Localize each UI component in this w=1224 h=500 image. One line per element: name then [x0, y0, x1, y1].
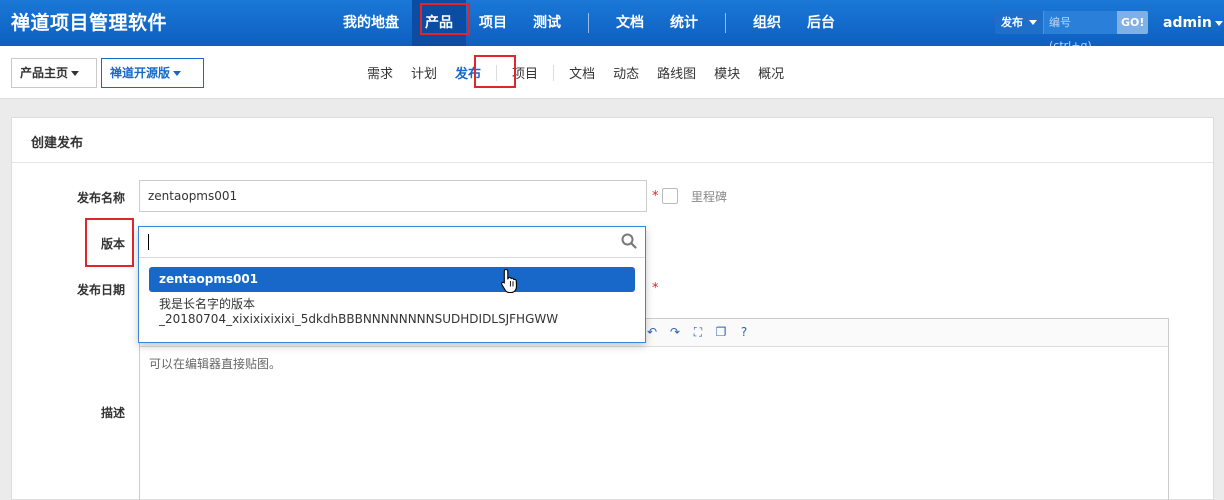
- subnav-view[interactable]: 概况: [749, 63, 793, 82]
- breadcrumb-home-label: 产品主页: [20, 66, 69, 80]
- product-sub-nav: 需求 计划 发布 项目 文档 动态 路线图 模块 概况: [358, 46, 793, 99]
- user-name: admin: [1163, 15, 1212, 31]
- search-input[interactable]: 编号(ctrl+g): [1043, 11, 1117, 52]
- nav-item-report[interactable]: 统计: [657, 0, 711, 46]
- search-icon: [621, 233, 637, 253]
- sub-header: 产品主页 禅道开源版 需求 计划 发布 项目 文档 动态 路线图 模块 概况: [0, 46, 1224, 99]
- breadcrumb-product[interactable]: 禅道开源版: [101, 58, 204, 88]
- description-label: 描述: [100, 406, 125, 420]
- subnav-plan[interactable]: 计划: [402, 63, 446, 82]
- nav-item-company[interactable]: 组织: [740, 0, 794, 46]
- nav-item-doc[interactable]: 文档: [603, 0, 657, 46]
- editor-toolbar-icons: ↶ ↷ ⛶ ❐ ?: [645, 324, 751, 340]
- hand-cursor-icon: [500, 268, 520, 298]
- redo-icon[interactable]: ↷: [668, 324, 682, 340]
- required-mark: *: [652, 281, 659, 296]
- build-label: 版本: [100, 237, 125, 251]
- nav-item-project[interactable]: 项目: [466, 0, 520, 46]
- search-type-select[interactable]: 发布: [995, 11, 1043, 34]
- text-cursor: [148, 234, 149, 250]
- main-nav: 我的地盘 产品 项目 测试 文档 统计 组织 后台: [330, 0, 848, 46]
- build-select-dropdown: zentaopms001 我是长名字的版本 _20180704_xixixixi…: [138, 226, 646, 343]
- release-date-label: 发布日期: [76, 283, 125, 297]
- subnav-release[interactable]: 发布: [446, 63, 490, 82]
- panel-header: 创建发布: [12, 118, 1213, 163]
- milestone-label[interactable]: 里程碑: [691, 188, 727, 205]
- required-mark: *: [652, 189, 659, 204]
- release-name-input[interactable]: zentaopms001: [139, 180, 647, 212]
- nav-separator: [588, 13, 589, 33]
- subnav-roadmap[interactable]: 路线图: [648, 63, 705, 82]
- breadcrumb-product-label: 禅道开源版: [110, 66, 171, 80]
- nav-separator: [725, 13, 726, 33]
- app-brand[interactable]: 禅道项目管理软件: [11, 0, 167, 46]
- nav-item-admin[interactable]: 后台: [794, 0, 848, 46]
- subnav-doc[interactable]: 文档: [560, 63, 604, 82]
- breadcrumb-home[interactable]: 产品主页: [11, 58, 97, 88]
- chevron-down-icon: [1214, 20, 1223, 26]
- editor-placeholder: 可以在编辑器直接贴图。: [149, 357, 282, 371]
- nav-item-product[interactable]: 产品: [412, 0, 466, 46]
- page-title: 创建发布: [31, 136, 84, 151]
- search-go-button[interactable]: GO!: [1117, 11, 1149, 34]
- search-type-label: 发布: [1001, 16, 1023, 29]
- subnav-story[interactable]: 需求: [358, 63, 402, 82]
- subnav-module[interactable]: 模块: [705, 63, 749, 82]
- release-name-label: 发布名称: [76, 191, 125, 205]
- help-icon[interactable]: ?: [737, 324, 751, 340]
- global-search: 发布 编号(ctrl+g) GO!: [995, 11, 1149, 52]
- nav-item-test[interactable]: 测试: [520, 0, 574, 46]
- chevron-down-icon: [173, 71, 182, 76]
- chevron-down-icon: [71, 71, 80, 76]
- undo-icon[interactable]: ↶: [645, 324, 659, 340]
- top-header: 禅道项目管理软件 我的地盘 产品 项目 测试 文档 统计 组织 后台 发布 编号…: [0, 0, 1224, 52]
- description-editor[interactable]: ↶ ↷ ⛶ ❐ ? 可以在编辑器直接贴图。: [139, 318, 1169, 500]
- fullscreen-icon[interactable]: ⛶: [691, 324, 705, 340]
- clipboard-icon[interactable]: ❐: [714, 324, 728, 340]
- build-option[interactable]: 我是长名字的版本 _20180704_xixixixixixi_5dkdhBBB…: [149, 297, 635, 327]
- subnav-project[interactable]: 项目: [503, 63, 547, 82]
- chevron-down-icon: [1029, 20, 1037, 25]
- build-option-highlighted[interactable]: zentaopms001: [149, 267, 635, 292]
- milestone-checkbox[interactable]: [662, 188, 678, 204]
- build-search-input[interactable]: [139, 227, 645, 258]
- build-option-name-cont: _20180704_xixixixixixi_5dkdhBBBNNNNNNNNS…: [159, 312, 559, 326]
- user-menu[interactable]: admin: [1163, 0, 1223, 46]
- subnav-separator: [553, 64, 555, 81]
- subnav-dynamic[interactable]: 动态: [604, 63, 648, 82]
- nav-item-my[interactable]: 我的地盘: [330, 0, 412, 46]
- subnav-separator: [496, 64, 498, 81]
- build-option-name: 我是长名字的版本: [159, 297, 256, 311]
